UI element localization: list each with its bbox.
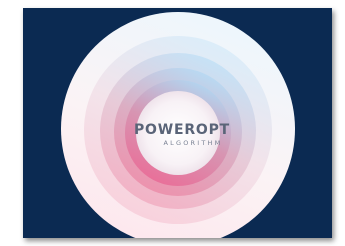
logo-subtitle: ALGORITHM	[164, 139, 223, 147]
cover-illustration: POWEROPT ALGORITHM	[23, 8, 332, 238]
cover-image: POWEROPT ALGORITHM	[23, 8, 332, 238]
logo-title: POWEROPT	[134, 122, 230, 138]
